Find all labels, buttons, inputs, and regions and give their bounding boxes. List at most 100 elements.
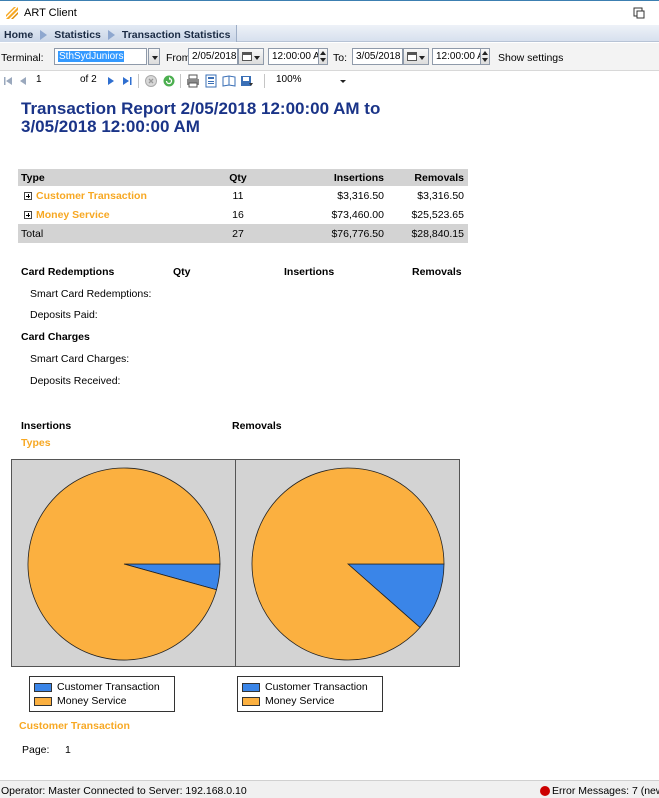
terminal-select[interactable]: SthSydJuniors [54, 48, 147, 65]
row-type[interactable]: Money Service [18, 205, 188, 224]
legend-swatch [242, 696, 260, 706]
types-label: Types [21, 437, 51, 449]
report-toolbar: 1 of 2 100% [0, 71, 659, 91]
to-time-spinner[interactable] [480, 48, 490, 65]
expand-icon[interactable] [24, 191, 32, 200]
column-header-type: Type [18, 169, 188, 186]
art-logo-icon [6, 7, 18, 19]
terminal-value: SthSydJuniors [58, 51, 125, 62]
legend-swatch [34, 696, 52, 706]
legend-label: Customer Transaction [265, 681, 368, 693]
customer-transaction-section-label: Customer Transaction [19, 720, 130, 732]
from-calendar-button[interactable] [238, 48, 264, 65]
row-qty: 11 [232, 189, 244, 202]
page-label: Page: [22, 744, 50, 756]
legend-swatch [34, 682, 52, 692]
filter-bar: Terminal: SthSydJuniors From: 2/05/2018 … [0, 43, 659, 71]
row-insertions: $3,316.50 [337, 189, 384, 202]
summary-table: Type Qty Insertions Removals Customer Tr… [18, 169, 468, 243]
column-header-removals: Removals [388, 169, 468, 186]
toolbar-separator [264, 74, 265, 88]
print-icon[interactable] [186, 74, 200, 88]
print-layout-icon[interactable] [204, 74, 218, 88]
error-messages-link[interactable]: Error Messages: 7 (new: 9 [552, 785, 659, 797]
column-header-insertions: Insertions [288, 169, 388, 186]
show-settings-link[interactable]: Show settings [498, 52, 563, 64]
total-removals: $28,840.15 [388, 224, 468, 243]
last-page-icon[interactable] [120, 74, 134, 88]
page-setup-icon[interactable] [222, 74, 236, 88]
smart-card-redemptions-label: Smart Card Redemptions: [30, 288, 152, 300]
zoom-select[interactable]: 100% [276, 74, 302, 85]
pie-slice-money-service [27, 467, 221, 661]
card-redemptions-heading: Card Redemptions [21, 266, 115, 278]
cards-removals-heading: Removals [412, 266, 462, 278]
window-title: ART Client [24, 7, 77, 19]
legend-item: Money Service [242, 695, 334, 707]
row-qty: 16 [232, 208, 244, 221]
insertions-pie-chart [11, 459, 236, 667]
restore-window-icon[interactable] [633, 7, 645, 19]
legend-swatch [242, 682, 260, 692]
breadcrumb-arrow-icon [40, 29, 48, 40]
toolbar-separator [138, 74, 139, 88]
previous-page-icon[interactable] [16, 74, 30, 88]
first-page-icon[interactable] [2, 74, 16, 88]
pie-slice-money-service [251, 467, 445, 661]
toolbar-separator [180, 74, 181, 88]
table-row: Money Service 16 $73,460.00 $25,523.65 [18, 205, 468, 224]
expand-icon[interactable] [24, 210, 32, 219]
summary-header-row: Type Qty Insertions Removals [18, 169, 468, 186]
row-type-label[interactable]: Customer Transaction [36, 190, 147, 202]
legend-label: Money Service [265, 695, 335, 707]
to-date-input[interactable]: 3/05/2018 [352, 48, 403, 65]
current-page-input[interactable]: 1 [36, 74, 42, 85]
breadcrumb-home[interactable]: Home [4, 29, 33, 41]
removals-legend: Customer Transaction Money Service [237, 676, 383, 712]
refresh-icon[interactable] [162, 74, 176, 88]
cards-insertions-heading: Insertions [284, 266, 335, 278]
status-bar: Operator: Master Connected to Server: 19… [0, 780, 659, 798]
breadcrumb-transaction-statistics[interactable]: Transaction Statistics [122, 29, 231, 41]
insertions-legend: Customer Transaction Money Service [29, 676, 175, 712]
legend-item: Customer Transaction [242, 681, 368, 693]
to-label: To: [333, 52, 348, 64]
export-icon[interactable] [240, 74, 254, 88]
legend-item: Customer Transaction [34, 681, 160, 693]
legend-label: Money Service [57, 695, 127, 707]
to-calendar-button[interactable] [403, 48, 429, 65]
legend-item: Money Service [34, 695, 126, 707]
calendar-icon [242, 52, 252, 61]
title-bar: ART Client [0, 0, 659, 25]
from-time-spinner[interactable] [318, 48, 328, 65]
removals-pie-svg [251, 467, 445, 661]
insertions-pie-svg [27, 467, 221, 661]
total-qty: 27 [188, 224, 288, 243]
card-charges-heading: Card Charges [21, 331, 90, 343]
deposits-received-label: Deposits Received: [30, 375, 121, 387]
table-row: Customer Transaction 11 $3,316.50 $3,316… [18, 186, 468, 205]
report-title: Transaction Report 2/05/2018 12:00:00 AM… [21, 99, 381, 136]
next-page-icon[interactable] [104, 74, 118, 88]
total-row: Total 27 $76,776.50 $28,840.15 [18, 224, 468, 243]
terminal-dropdown-button[interactable] [148, 48, 160, 65]
zoom-dropdown-icon[interactable] [336, 74, 350, 88]
smart-card-charges-label: Smart Card Charges: [30, 353, 130, 365]
calendar-icon [407, 52, 417, 61]
removals-heading: Removals [232, 420, 282, 432]
from-date-input[interactable]: 2/05/2018 [188, 48, 238, 65]
row-type-label[interactable]: Money Service [36, 209, 110, 221]
breadcrumb: Home Statistics Transaction Statistics [0, 25, 659, 42]
row-removals: $3,316.50 [417, 189, 464, 202]
total-label: Total [18, 224, 188, 243]
insertions-heading: Insertions [21, 420, 72, 432]
total-insertions: $76,776.50 [288, 224, 388, 243]
column-header-qty: Qty [188, 169, 288, 186]
row-type[interactable]: Customer Transaction [18, 186, 188, 205]
removals-pie-chart [235, 459, 460, 667]
page-number: 1 [65, 744, 71, 756]
page-count: of 2 [80, 74, 97, 85]
stop-icon[interactable] [144, 74, 158, 88]
breadcrumb-statistics[interactable]: Statistics [54, 29, 101, 41]
terminal-label: Terminal: [1, 52, 44, 64]
